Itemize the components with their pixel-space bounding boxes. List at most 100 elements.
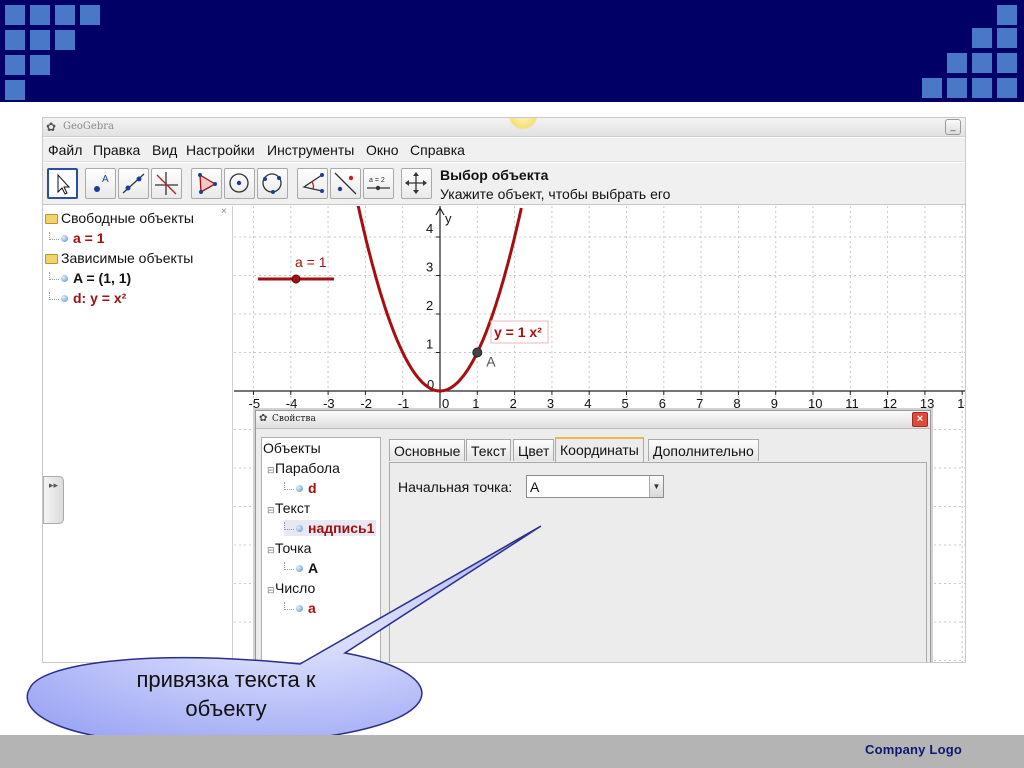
algebra-panel-toggle[interactable]: ▸▸ xyxy=(43,476,64,524)
tree-item-text1[interactable]: надпись1 xyxy=(284,520,377,536)
tab-text[interactable]: Текст xyxy=(466,439,512,461)
algebra-close-button[interactable]: × xyxy=(221,206,227,217)
slider-icon: a = 2 xyxy=(367,177,390,191)
slider-a[interactable] xyxy=(258,274,334,284)
tree-item-a-number[interactable]: a xyxy=(284,600,316,616)
algebra-item-parabola-d[interactable]: d: y = x² xyxy=(49,290,126,306)
header-square xyxy=(5,30,25,50)
tool-perpendicular[interactable] xyxy=(151,168,182,199)
geogebra-app-icon: ✿ xyxy=(259,413,268,424)
point-a-label[interactable]: A xyxy=(486,354,496,370)
object-dot-icon xyxy=(296,485,303,492)
slide-header xyxy=(0,0,1024,102)
tool-circle-three-points[interactable] xyxy=(257,168,288,199)
menu-edit[interactable]: Правка xyxy=(93,142,140,158)
point-a[interactable] xyxy=(472,347,483,358)
tool-new-point[interactable]: A xyxy=(85,168,116,199)
algebra-item-label: a = 1 xyxy=(73,230,105,246)
geogebra-window: ✿ GeoGebra _ Файл Правка Вид Настройки И… xyxy=(42,117,966,663)
visibility-dot-icon[interactable] xyxy=(61,295,68,302)
tool-line[interactable] xyxy=(118,168,149,199)
tree-group-parabola[interactable]: ⊟Парабола xyxy=(267,460,340,476)
tree-connector xyxy=(284,562,294,570)
visibility-dot-icon[interactable] xyxy=(61,235,68,242)
tree-item-label: a xyxy=(308,600,316,616)
algebra-item-point-a[interactable]: A = (1, 1) xyxy=(49,270,131,286)
menu-window[interactable]: Окно xyxy=(366,142,399,158)
collapse-icon[interactable]: ⊟ xyxy=(267,585,275,596)
header-square xyxy=(997,5,1017,25)
header-square xyxy=(55,5,75,25)
tree-item-a-point[interactable]: A xyxy=(284,560,318,576)
axis-ticks: -5-4-3-2-10123456789101112131412340 xyxy=(249,221,966,411)
header-square xyxy=(997,28,1017,48)
minimize-button[interactable]: _ xyxy=(945,119,961,135)
folder-icon xyxy=(45,214,58,224)
header-square xyxy=(947,78,967,98)
tab-position[interactable]: Координаты xyxy=(555,437,644,462)
tree-connector xyxy=(49,272,59,280)
tree-group-label: Число xyxy=(275,580,316,596)
chevron-down-icon[interactable]: ▼ xyxy=(649,476,663,497)
header-square xyxy=(55,30,75,50)
collapse-icon[interactable]: ⊟ xyxy=(267,545,275,556)
new-point-tool-label: A xyxy=(102,174,109,185)
tool-move[interactable] xyxy=(47,168,78,199)
tool-reflect[interactable] xyxy=(330,168,361,199)
move-arrow-icon xyxy=(57,173,71,195)
y-tick-label: 4 xyxy=(426,221,433,236)
free-objects-label: Свободные объекты xyxy=(61,210,194,226)
tool-circle-center[interactable] xyxy=(224,168,255,199)
tree-item-label: A xyxy=(308,560,319,576)
menu-help[interactable]: Справка xyxy=(410,142,465,158)
x-tick-label: -5 xyxy=(249,396,261,411)
slider-knob[interactable] xyxy=(291,274,301,284)
tab-advanced[interactable]: Дополнительно xyxy=(648,439,759,461)
window-titlebar[interactable]: ✿ GeoGebra _ xyxy=(43,118,965,137)
tool-help-text: Укажите объект, чтобы выбрать его xyxy=(440,186,671,202)
menu-view[interactable]: Вид xyxy=(152,142,177,158)
x-tick-label: 11 xyxy=(845,396,859,411)
menu-settings[interactable]: Настройки xyxy=(186,142,255,158)
visibility-dot-icon[interactable] xyxy=(61,275,68,282)
tool-polygon[interactable] xyxy=(191,168,222,199)
tree-root[interactable]: Объекты xyxy=(263,440,321,456)
tool-move-graphics[interactable] xyxy=(401,168,432,199)
tree-group-text[interactable]: ⊟Текст xyxy=(267,500,310,516)
tree-group-label: Точка xyxy=(275,540,312,556)
dialog-close-button[interactable]: × xyxy=(912,412,928,427)
menu-file[interactable]: Файл xyxy=(48,142,82,158)
tree-group-number[interactable]: ⊟Число xyxy=(267,580,315,596)
algebra-item-a[interactable]: a = 1 xyxy=(49,230,105,246)
menu-tools[interactable]: Инструменты xyxy=(267,142,354,158)
x-tick-label: 10 xyxy=(808,396,822,411)
header-square xyxy=(80,5,100,25)
header-square xyxy=(30,55,50,75)
move-graphics-view-icon xyxy=(405,172,427,194)
tab-color[interactable]: Цвет xyxy=(513,439,555,461)
y-tick-label: 2 xyxy=(426,298,433,313)
callout-line-1: привязка текста к xyxy=(136,667,316,692)
tool-slider[interactable]: a = 2 xyxy=(363,168,394,199)
collapse-icon[interactable]: ⊟ xyxy=(267,465,275,476)
dialog-titlebar[interactable]: ✿ Свойства × xyxy=(256,411,930,429)
slider-label[interactable]: a = 1 xyxy=(295,254,327,270)
x-tick-label: 0 xyxy=(442,396,449,411)
start-point-select[interactable]: A ▼ xyxy=(526,475,664,498)
toggle-arrows-icon: ▸▸ xyxy=(49,480,59,490)
tree-group-point[interactable]: ⊟Точка xyxy=(267,540,311,556)
line-through-two-points-icon xyxy=(122,173,145,194)
x-tick-label: 4 xyxy=(584,396,591,411)
reflect-about-line-icon xyxy=(334,172,357,195)
x-tick-label: 14 xyxy=(957,396,966,411)
free-objects-folder[interactable]: Свободные объекты xyxy=(45,210,194,226)
curve-caption[interactable]: y = 1 x² xyxy=(494,324,542,340)
tab-basic[interactable]: Основные xyxy=(389,439,466,461)
collapse-icon[interactable]: ⊟ xyxy=(267,505,275,516)
tool-angle[interactable] xyxy=(297,168,328,199)
x-tick-label: 6 xyxy=(659,396,666,411)
dependent-objects-folder[interactable]: Зависимые объекты xyxy=(45,250,193,266)
toolbar: A a = 2 Выбор объекта Укажите объект, чт… xyxy=(43,163,965,205)
tree-item-label: d xyxy=(308,480,317,496)
tree-item-d[interactable]: d xyxy=(284,480,317,496)
